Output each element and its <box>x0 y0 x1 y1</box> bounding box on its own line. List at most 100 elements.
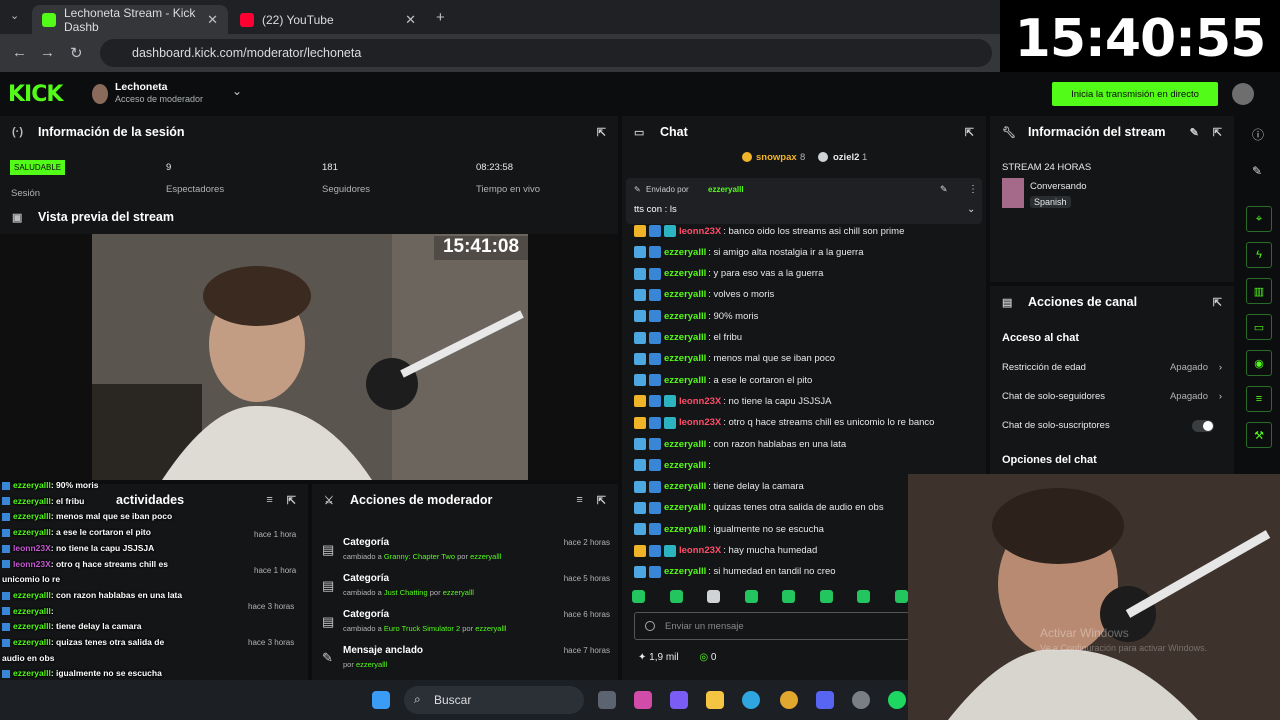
store-icon[interactable] <box>634 691 652 709</box>
edit-icon[interactable]: ✎ <box>1252 164 1262 178</box>
reload-icon[interactable]: ↻ <box>70 44 83 62</box>
overlay-chat-line: ezzeryalll: menos mal que se iban poco <box>2 511 172 521</box>
chrome-icon[interactable] <box>780 691 798 709</box>
top-user-name[interactable]: snowpax <box>756 152 797 163</box>
chat-username[interactable]: ezzeryalll <box>664 502 706 513</box>
emote-icon[interactable] <box>819 590 833 603</box>
edge-icon[interactable] <box>742 691 760 709</box>
new-tab-icon[interactable]: + <box>436 9 445 26</box>
edit-icon[interactable]: ✎ <box>1190 126 1199 139</box>
popout-icon[interactable]: ⇱ <box>1213 296 1222 309</box>
popout-icon[interactable]: ⇱ <box>597 494 606 507</box>
pinned-sent-by[interactable]: ezzeryalll <box>708 185 744 194</box>
emote-icon[interactable] <box>782 590 796 603</box>
filter-icon[interactable]: ≡ <box>266 494 272 506</box>
lightning-icon[interactable]: ϟ <box>1246 242 1272 268</box>
age-restriction-setting[interactable]: Restricción de edad Apagado › <box>1002 362 1222 373</box>
wrench-icon[interactable]: ⚒ <box>1246 422 1272 448</box>
chat-username[interactable]: leonn23X <box>679 226 721 237</box>
popout-icon[interactable]: ⇱ <box>287 494 296 507</box>
panel-header: (·) Información de la sesión ⇱ <box>0 116 618 148</box>
desc-target[interactable]: Euro Truck Simulator 2 <box>384 624 460 633</box>
spotify-icon[interactable] <box>888 691 906 709</box>
coin-icon <box>818 152 828 162</box>
desc-by[interactable]: ezzeryalll <box>443 588 474 597</box>
chevron-down-icon[interactable]: ⌄ <box>967 204 975 215</box>
chat-icon[interactable]: ▭ <box>1246 314 1272 340</box>
focus-icon[interactable]: ⌖ <box>1246 206 1272 232</box>
stream-preview-video[interactable] <box>92 234 528 480</box>
go-live-button[interactable]: Inicia la transmisión en directo <box>1052 82 1218 106</box>
stream-category[interactable]: Conversando <box>1030 181 1087 192</box>
forward-icon[interactable]: → <box>40 44 55 61</box>
emote-icon[interactable] <box>894 590 908 603</box>
broadcast-icon[interactable]: ◉ <box>1246 350 1272 376</box>
stat-label: Espectadores <box>166 184 225 195</box>
filter-icon[interactable]: ≡ <box>576 494 582 506</box>
chat-username[interactable]: ezzeryalll <box>664 460 706 471</box>
search-icon: ⌕ <box>414 692 421 706</box>
chevron-down-icon[interactable]: ⌄ <box>232 84 242 98</box>
mod-action-title: Mensaje anclado <box>343 645 424 656</box>
unpin-icon[interactable]: ✎ <box>940 184 948 195</box>
channel-name[interactable]: Lechoneta <box>115 81 168 93</box>
popout-icon[interactable]: ⇱ <box>1213 126 1222 139</box>
chat-text: : tiene delay la camara <box>708 481 804 493</box>
desc-target[interactable]: Just Chatting <box>384 588 428 597</box>
info-icon[interactable]: ⓘ <box>1252 126 1264 143</box>
desc-target[interactable]: Granny: Chapter Two <box>384 552 455 561</box>
back-icon[interactable]: ← <box>12 44 27 61</box>
list-icon[interactable]: ≡ <box>1246 386 1272 412</box>
user-avatar[interactable] <box>1232 83 1254 105</box>
emote-icon[interactable] <box>669 590 683 603</box>
more-icon[interactable]: ⋮ <box>968 184 978 195</box>
emote-icon[interactable] <box>857 590 871 603</box>
kick-logo[interactable]: KICK <box>8 82 63 107</box>
chat-text: : igualmente no se escucha <box>708 523 824 535</box>
desc-by[interactable]: ezzeryalll <box>356 660 387 669</box>
file-explorer-icon[interactable] <box>706 691 724 709</box>
chat-username[interactable]: leonn23X <box>679 396 721 407</box>
chat-input[interactable]: Enviar un mensaje <box>634 612 910 640</box>
badge-icon <box>634 352 646 365</box>
emote-icon[interactable] <box>707 590 721 603</box>
chat-username[interactable]: ezzeryalll <box>664 332 706 343</box>
popout-icon[interactable]: ⇱ <box>597 126 606 139</box>
settings-icon[interactable] <box>852 691 870 709</box>
chat-username[interactable]: ezzeryalll <box>664 353 706 364</box>
chat-username[interactable]: ezzeryalll <box>664 311 706 322</box>
windows-start-icon[interactable] <box>372 691 390 709</box>
chat-username[interactable]: ezzeryalll <box>664 439 706 450</box>
clipboard-icon[interactable]: ▥ <box>1246 278 1272 304</box>
desc-by[interactable]: ezzeryalll <box>470 552 501 561</box>
chat-username[interactable]: ezzeryalll <box>664 289 706 300</box>
chat-username[interactable]: leonn23X <box>679 545 721 556</box>
close-icon[interactable]: ✕ <box>405 12 416 28</box>
chat-username[interactable]: ezzeryalll <box>664 566 706 577</box>
chat-username[interactable]: ezzeryalll <box>664 247 706 258</box>
emote-icon[interactable] <box>632 590 645 603</box>
desc-by[interactable]: ezzeryalll <box>475 624 506 633</box>
url-input[interactable]: dashboard.kick.com/moderator/lechoneta <box>100 39 992 67</box>
tab-search-icon[interactable]: ⌄ <box>10 9 19 22</box>
copilot-icon[interactable] <box>670 691 688 709</box>
chat-username[interactable]: ezzeryalll <box>664 524 706 535</box>
tab-youtube[interactable]: (22) YouTube ✕ <box>230 5 426 34</box>
tab-kick-dashboard[interactable]: Lechoneta Stream - Kick Dashb ✕ <box>32 5 228 34</box>
chat-username[interactable]: leonn23X <box>679 417 721 428</box>
taskbar-search[interactable]: ⌕ Buscar <box>404 686 584 714</box>
close-icon[interactable]: ✕ <box>207 12 218 28</box>
top-user-name[interactable]: oziel2 <box>833 152 859 163</box>
emoji-icon[interactable] <box>645 621 655 631</box>
chat-username[interactable]: ezzeryalll <box>664 375 706 386</box>
task-view-icon[interactable] <box>598 691 616 709</box>
discord-icon[interactable] <box>816 691 834 709</box>
popout-icon[interactable]: ⇱ <box>965 126 974 139</box>
badge-icon <box>649 565 661 578</box>
chat-username[interactable]: ezzeryalll <box>664 268 706 279</box>
subscribers-only-toggle[interactable] <box>1192 420 1214 432</box>
channel-role: Acceso de moderador <box>115 94 204 104</box>
followers-only-setting[interactable]: Chat de solo-seguidores Apagado › <box>1002 391 1222 402</box>
emote-icon[interactable] <box>744 590 758 603</box>
chat-username[interactable]: ezzeryalll <box>664 481 706 492</box>
